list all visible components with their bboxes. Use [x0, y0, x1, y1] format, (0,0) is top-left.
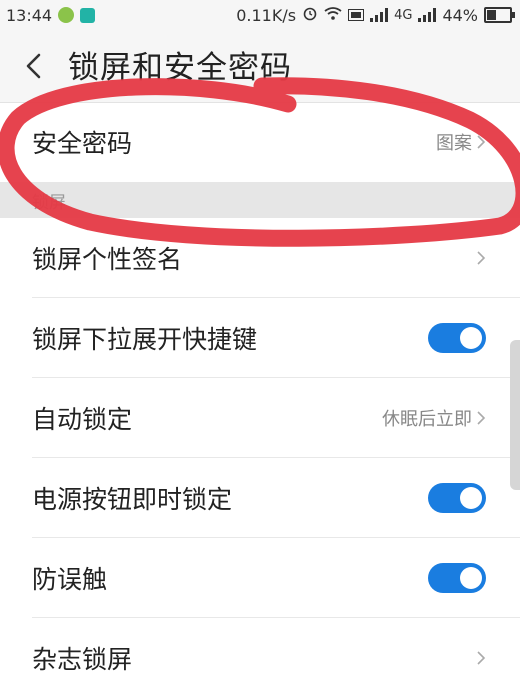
setting-power-lock: 电源按钮即时锁定 — [0, 458, 520, 538]
network-type: 4G — [394, 7, 413, 23]
setting-label: 电源按钮即时锁定 — [32, 485, 233, 514]
signal-icon — [370, 8, 389, 22]
setting-auto-lock[interactable]: 自动锁定 休眠后立即 — [0, 378, 520, 458]
setting-security-password[interactable]: 安全密码 图案 — [0, 102, 520, 182]
chevron-right-icon — [477, 135, 486, 149]
alarm-icon — [302, 5, 318, 25]
signal-icon-2 — [418, 8, 437, 22]
setting-label: 安全密码 — [32, 129, 133, 158]
setting-label: 锁屏个性签名 — [32, 245, 183, 274]
chevron-left-icon — [26, 53, 41, 79]
toggle-knob — [460, 487, 482, 509]
chevron-right-icon — [477, 411, 486, 425]
chevron-right-icon — [477, 651, 486, 665]
wifi-icon — [324, 6, 342, 25]
pulldown-shortcut-toggle[interactable] — [428, 323, 486, 353]
app-notification-icon-2 — [80, 7, 96, 23]
section-header-lockscreen: 锁屏 — [0, 182, 520, 218]
chevron-right-icon — [477, 251, 486, 265]
hd-icon — [348, 6, 365, 25]
battery-percent: 44% — [442, 5, 478, 25]
setting-label: 锁屏下拉展开快捷键 — [32, 325, 258, 354]
battery-icon — [484, 7, 515, 23]
toggle-knob — [460, 567, 482, 589]
power-lock-toggle[interactable] — [428, 483, 486, 513]
setting-pulldown-shortcut: 锁屏下拉展开快捷键 — [0, 298, 520, 378]
setting-lock-signature[interactable]: 锁屏个性签名 — [0, 218, 520, 298]
back-button[interactable] — [14, 46, 54, 86]
anti-touch-toggle[interactable] — [428, 563, 486, 593]
setting-value: 图案 — [436, 133, 472, 154]
setting-label: 杂志锁屏 — [32, 645, 133, 674]
setting-label: 防误触 — [32, 565, 108, 594]
setting-anti-touch: 防误触 — [0, 538, 520, 618]
setting-label: 自动锁定 — [32, 405, 133, 434]
toggle-knob — [460, 327, 482, 349]
settings-list: 安全密码 图案 锁屏 锁屏个性签名 锁屏下拉展开快捷键 自动锁定 休眠后立即 电… — [0, 102, 520, 698]
status-bar: 13:44 0.11K/s 4G 44% — [0, 0, 520, 30]
page-title: 锁屏和安全密码 — [68, 50, 292, 86]
status-time: 13:44 — [6, 5, 53, 25]
page-header: 锁屏和安全密码 — [0, 30, 520, 103]
setting-value: 休眠后立即 — [382, 409, 472, 430]
app-notification-icon — [58, 7, 75, 23]
scrollbar[interactable] — [510, 340, 520, 490]
setting-magazine-lock[interactable]: 杂志锁屏 — [0, 618, 520, 698]
net-speed: 0.11K/s — [236, 5, 297, 25]
